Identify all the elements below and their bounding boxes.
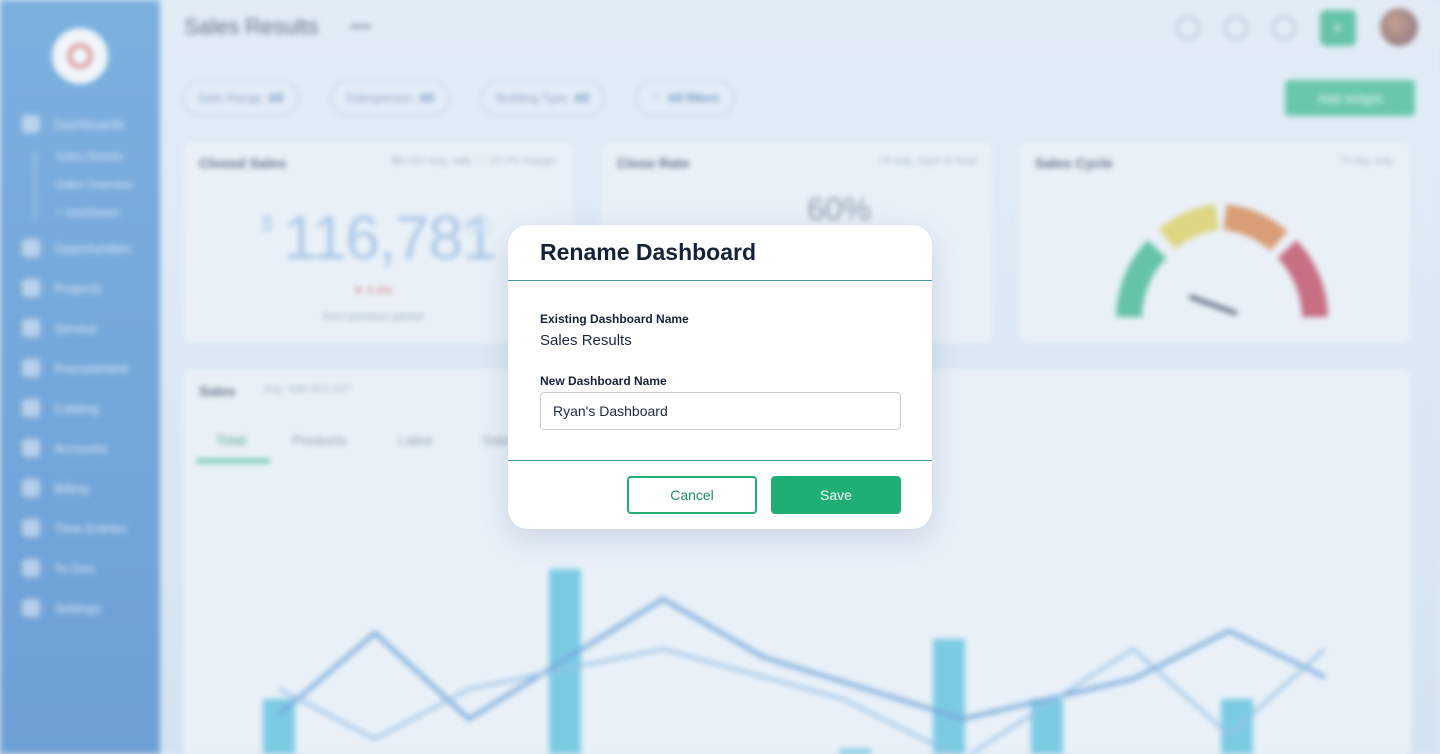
save-button[interactable]: Save bbox=[771, 476, 901, 514]
cancel-button[interactable]: Cancel bbox=[627, 476, 757, 514]
dialog-title: Rename Dashboard bbox=[540, 239, 757, 265]
existing-name-value: Sales Results bbox=[540, 332, 632, 349]
existing-name-label: Existing Dashboard Name bbox=[540, 312, 689, 326]
rename-dashboard-dialog: Rename Dashboard Existing Dashboard Name… bbox=[508, 225, 932, 529]
new-name-label: New Dashboard Name bbox=[540, 374, 667, 388]
new-name-input[interactable] bbox=[540, 392, 901, 430]
footer-divider bbox=[508, 460, 932, 461]
header-divider bbox=[508, 280, 932, 281]
